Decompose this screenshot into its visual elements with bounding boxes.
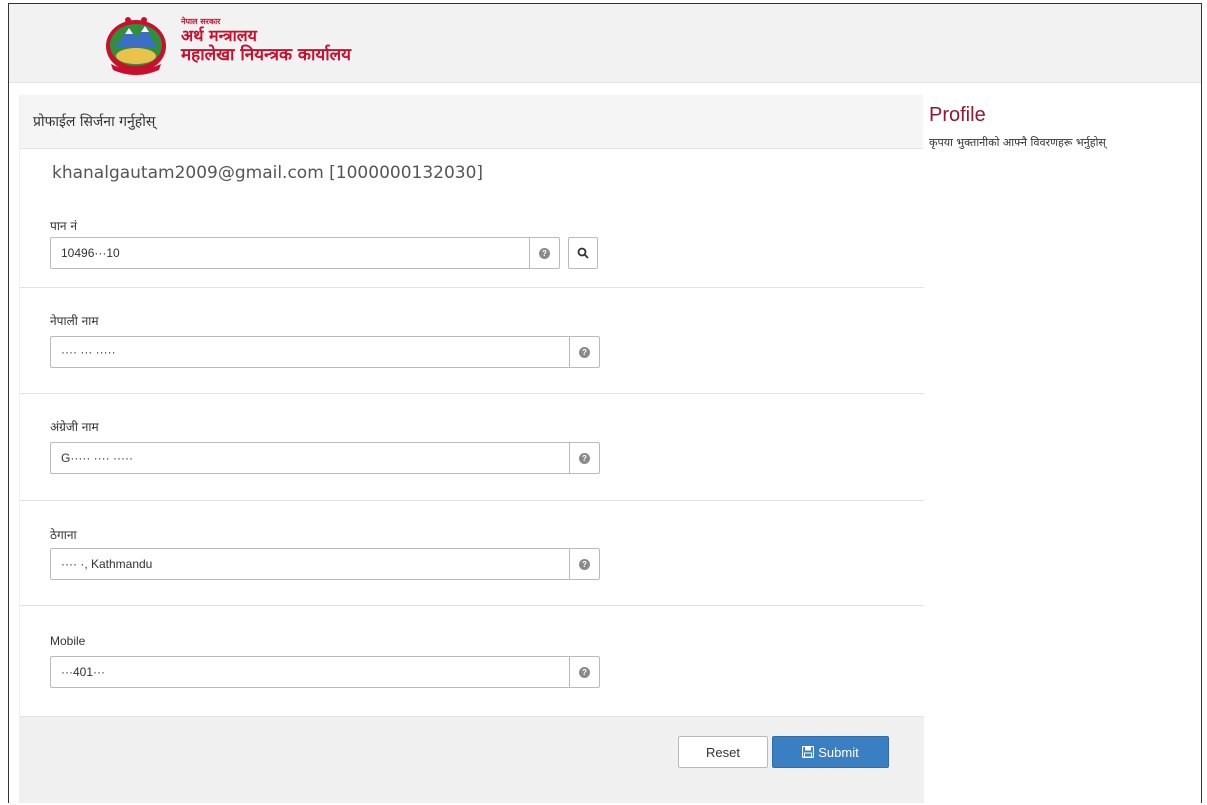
app-frame: नेपाल सरकार अर्थ मन्त्रालय महालेखा नियन्… [8, 3, 1202, 803]
search-icon [577, 247, 589, 259]
question-circle-icon: ? [579, 346, 590, 358]
org-office-label: महालेखा नियन्त्रक कार्यालय [181, 45, 352, 65]
address-input-wrap: ? [50, 548, 600, 580]
nepali-name-help[interactable]: ? [569, 337, 599, 367]
sidebar-description: कृपया भुक्तानीको आफ्नै विवरणहरू भर्नुहोस… [929, 136, 1106, 149]
profile-sidebar: Profile कृपया भुक्तानीको आफ्नै विवरणहरू … [929, 104, 1199, 150]
mobile-input-wrap: ? [50, 656, 600, 688]
pan-input-wrap: ? [50, 237, 560, 269]
mobile-help[interactable]: ? [569, 657, 599, 687]
org-government-label: नेपाल सरकार [181, 16, 221, 26]
nepali-name-field-group: नेपाली नाम ? [20, 287, 924, 394]
reset-button[interactable]: Reset [678, 736, 768, 768]
form-footer: Reset Submit [20, 716, 924, 803]
organization-name: नेपाल सरकार अर्थ मन्त्रालय महालेखा नियन्… [181, 16, 351, 65]
pan-label: पान नं [50, 219, 78, 233]
nepal-emblem-icon [106, 17, 166, 75]
sidebar-title: Profile [929, 104, 986, 126]
address-label: ठेगाना [50, 528, 77, 542]
english-name-input[interactable] [51, 444, 569, 472]
profile-form-panel: प्रोफाईल सिर्जना गर्नुहोस् khanalgautam2… [19, 95, 924, 803]
address-field-group: ठेगाना ? [20, 500, 924, 606]
site-header: नेपाल सरकार अर्थ मन्त्रालय महालेखा नियन्… [9, 4, 1201, 83]
question-circle-icon: ? [579, 666, 590, 678]
english-name-field-group: अंग्रेजी नाम ? [20, 393, 924, 501]
floppy-disk-icon [802, 746, 815, 758]
english-name-input-wrap: ? [50, 442, 600, 474]
nepali-name-label: नेपाली नाम [50, 314, 99, 328]
submit-button[interactable]: Submit [772, 736, 889, 768]
nepali-name-input[interactable] [51, 338, 569, 366]
question-circle-icon: ? [579, 558, 590, 570]
panel-title: प्रोफाईल सिर्जना गर्नुहोस् [20, 95, 923, 149]
english-name-label: अंग्रेजी नाम [50, 420, 99, 434]
pan-field-group: पान नं ? [20, 199, 924, 287]
pan-search-button[interactable] [568, 237, 598, 269]
address-help[interactable]: ? [569, 549, 599, 579]
nepali-name-input-wrap: ? [50, 336, 600, 368]
mobile-label: Mobile [50, 634, 86, 648]
address-input[interactable] [51, 550, 569, 578]
question-circle-icon: ? [539, 247, 550, 259]
mobile-field-group: Mobile ? [20, 605, 924, 717]
user-email: khanalgautam2009@gmail.com [100000013203… [52, 163, 484, 183]
english-name-help[interactable]: ? [569, 443, 599, 473]
question-circle-icon: ? [579, 452, 590, 464]
submit-label: Submit [818, 744, 859, 760]
mobile-input[interactable] [51, 658, 569, 686]
org-ministry-label: अर्थ मन्त्रालय [181, 26, 257, 45]
pan-help[interactable]: ? [529, 238, 559, 268]
pan-input[interactable] [51, 239, 529, 267]
